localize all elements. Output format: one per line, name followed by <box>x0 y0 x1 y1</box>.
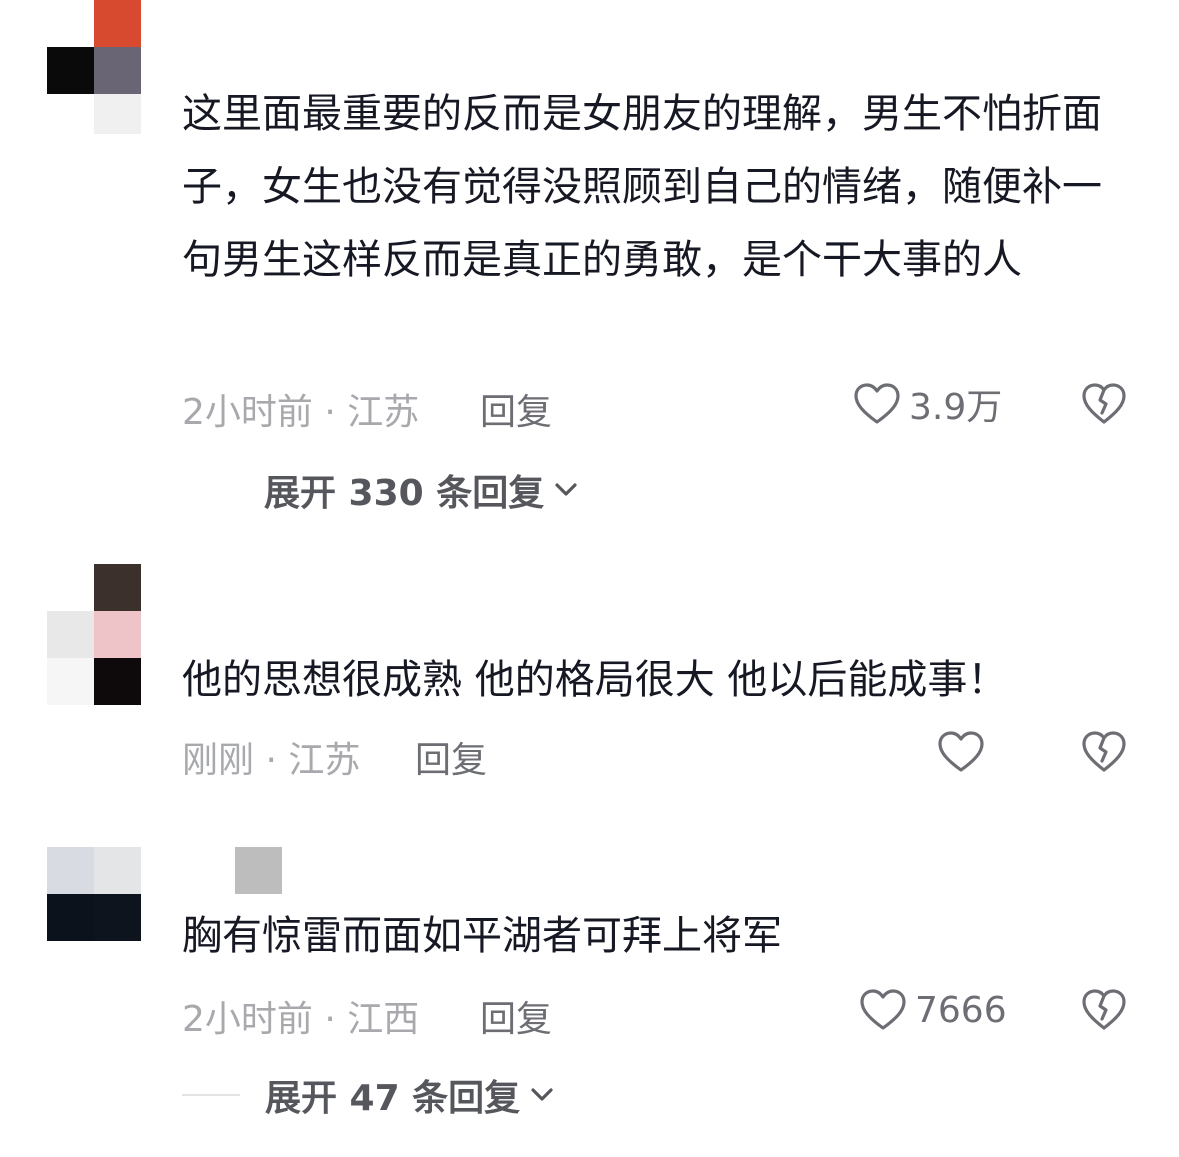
avatar[interactable] <box>47 564 141 705</box>
comment-meta: 刚刚 · 江苏 <box>182 740 361 781</box>
reply-button[interactable]: 回复 <box>480 990 552 1042</box>
like-count: 7666 <box>915 989 1007 1031</box>
heart-outline-icon <box>859 988 907 1032</box>
divider-line <box>182 1094 240 1096</box>
comment-text: 胸有惊雷而面如平湖者可拜上将军 <box>182 913 782 959</box>
like-button[interactable]: 7666 <box>859 988 1007 1032</box>
chevron-down-icon <box>530 1087 554 1103</box>
chevron-down-icon <box>554 482 578 498</box>
like-button[interactable]: 3.9万 <box>853 382 1002 428</box>
reply-button[interactable]: 回复 <box>480 383 552 435</box>
comment-text: 这里面最重要的反而是女朋友的理解，男生不怕折面子，女生也没有觉得没照顾到自己的情… <box>182 91 1102 283</box>
heart-outline-icon <box>937 730 985 774</box>
avatar[interactable] <box>47 0 141 134</box>
comment-meta: 2小时前 · 江西 <box>182 999 420 1040</box>
comment-meta: 2小时前 · 江苏 <box>182 392 420 433</box>
avatar[interactable] <box>47 847 141 941</box>
expand-replies-label: 展开 47 条回复 <box>265 1078 521 1119</box>
expand-replies-label: 展开 330 条回复 <box>264 473 545 514</box>
comment-text: 他的思想很成熟 他的格局很大 他以后能成事！ <box>182 657 1008 703</box>
broken-heart-icon[interactable] <box>1081 988 1127 1032</box>
heart-outline-icon <box>853 382 901 426</box>
expand-replies-button[interactable]: 展开 330 条回复 <box>264 464 578 516</box>
username-placeholder <box>235 847 282 894</box>
expand-replies-button[interactable]: 展开 47 条回复 <box>182 1069 554 1121</box>
like-count: 3.9万 <box>909 387 1003 428</box>
broken-heart-icon[interactable] <box>1081 382 1127 426</box>
broken-heart-icon[interactable] <box>1081 730 1127 774</box>
like-button[interactable] <box>937 730 985 774</box>
reply-button[interactable]: 回复 <box>415 731 487 783</box>
